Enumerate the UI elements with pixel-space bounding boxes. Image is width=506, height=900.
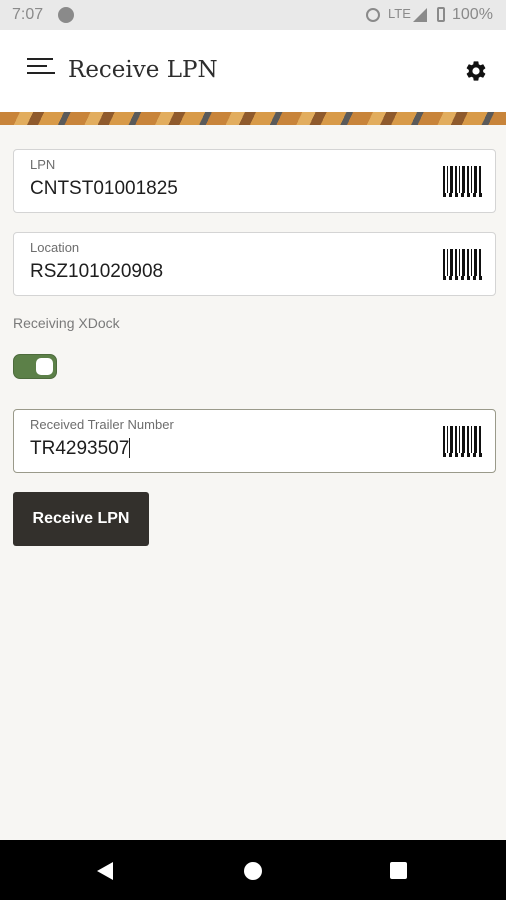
recents-icon[interactable] — [390, 862, 407, 879]
app-bar: Receive LPN — [0, 30, 506, 112]
lpn-label: LPN — [30, 157, 56, 172]
toggle-knob — [36, 358, 53, 375]
back-icon[interactable] — [97, 862, 113, 880]
trailer-number-field[interactable]: Received Trailer Number TR4293507 — [13, 409, 496, 473]
battery-icon — [437, 7, 445, 22]
trailer-number-value: TR4293507 — [30, 438, 130, 459]
page-title: Receive LPN — [68, 57, 218, 83]
status-bar: 7:07 LTE 100% — [0, 0, 506, 30]
receiving-xdock-toggle[interactable] — [13, 354, 57, 379]
location-label: Location — [30, 240, 80, 255]
trailer-number-label: Received Trailer Number — [30, 417, 174, 432]
status-time: 7:07 — [12, 6, 44, 23]
location-field[interactable]: Location RSZ101020908 — [13, 232, 496, 296]
text-caret — [129, 438, 131, 458]
barcode-scan-icon[interactable] — [443, 426, 483, 457]
receiving-xdock-label: Receiving XDock — [13, 315, 120, 331]
barcode-scan-icon[interactable] — [443, 166, 483, 197]
signal-icon — [413, 8, 427, 22]
home-icon[interactable] — [244, 862, 262, 880]
lpn-value[interactable]: CNTST01001825 — [30, 178, 178, 200]
barcode-scan-icon[interactable] — [443, 249, 483, 280]
decorative-banner — [0, 112, 506, 125]
receive-lpn-button[interactable]: Receive LPN — [13, 492, 149, 546]
location-value[interactable]: RSZ101020908 — [30, 261, 163, 283]
trailer-number-input[interactable]: TR4293507 — [30, 438, 131, 460]
network-type: LTE — [388, 6, 411, 21]
battery-level: 100% — [452, 6, 493, 23]
data-saver-icon — [58, 7, 74, 23]
menu-icon[interactable] — [27, 58, 55, 80]
lpn-field[interactable]: LPN CNTST01001825 — [13, 149, 496, 213]
alarm-icon — [366, 8, 380, 22]
gear-icon[interactable] — [464, 59, 488, 83]
